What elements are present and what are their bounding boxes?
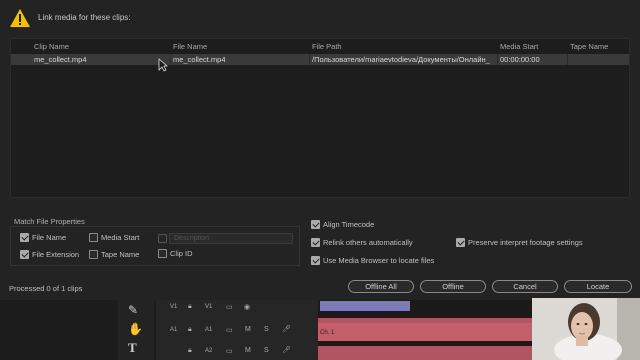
dialog-prompt: Link media for these clips: [38, 13, 131, 22]
description-field: Description [169, 233, 293, 244]
sync-clip-icon[interactable]: ▭ [226, 347, 233, 355]
file-name-checkbox[interactable] [20, 233, 29, 242]
file-extension-label: File Extension [32, 250, 80, 259]
type-tool-icon[interactable]: T [128, 340, 137, 356]
clip-id-checkbox[interactable] [158, 249, 167, 258]
preserve-interpret-checkbox[interactable] [456, 238, 465, 247]
lock-icon[interactable]: 🔒︎ [188, 303, 192, 311]
track-target-label[interactable]: A2 [205, 348, 212, 354]
tape-name-label: Tape Name [101, 250, 140, 259]
clip-id-label: Clip ID [170, 249, 193, 258]
solo-button[interactable]: S [264, 326, 269, 333]
track-target-label[interactable]: V1 [205, 304, 212, 310]
relink-others-label: Relink others automatically [323, 238, 413, 247]
status-text: Processed 0 of 1 clips [9, 284, 83, 293]
webcam-overlay [532, 298, 640, 360]
description-checkbox[interactable] [158, 234, 167, 243]
track-headers: V1 🔒︎ V1 ▭ ◉ A1 🔒︎ A1 ▭ M S 🎤︎ 🔒︎ A2 ▭ M… [156, 300, 318, 360]
cancel-button[interactable]: Cancel [492, 280, 558, 293]
tape-name-checkbox[interactable] [89, 250, 98, 259]
match-file-properties-group [10, 226, 300, 266]
description-label: Description [174, 235, 210, 242]
column-header-tape-name[interactable]: Tape Name [570, 42, 608, 51]
clip-label: Ch. 1 [320, 330, 335, 336]
cell-clip-name: me_collect.mp4 [34, 55, 87, 64]
cell-file-name: me_collect.mp4 [173, 55, 226, 64]
preserve-interpret-label: Preserve interpret footage settings [468, 238, 583, 247]
sync-clip-icon[interactable]: ▭ [226, 303, 233, 311]
cell-media-start: 00:00:00:00 [500, 55, 540, 64]
hand-tool-icon[interactable]: ✋ [128, 322, 143, 336]
use-media-browser-checkbox[interactable] [311, 256, 320, 265]
lock-icon[interactable]: 🔒︎ [188, 326, 192, 334]
timeline-tracks-area[interactable]: Ch. 1 [318, 300, 532, 360]
audio-clip-a2[interactable] [318, 346, 532, 360]
track-source-label[interactable]: A1 [170, 327, 177, 333]
audio-clip-a1[interactable]: Ch. 1 [318, 323, 532, 341]
offline-button[interactable]: Offline [420, 280, 486, 293]
align-timecode-checkbox[interactable] [311, 220, 320, 229]
presenter-video-image [532, 298, 640, 360]
table-row[interactable]: me_collect.mp4 me_collect.mp4 /Пользоват… [11, 54, 629, 65]
media-start-label: Media Start [101, 233, 140, 242]
column-divider [309, 54, 310, 65]
sync-clip-icon[interactable]: ▭ [226, 326, 233, 334]
mouse-cursor-icon [158, 58, 168, 72]
match-file-properties-title: Match File Properties [14, 217, 85, 226]
locate-button[interactable]: Locate [564, 280, 632, 293]
solo-button[interactable]: S [264, 347, 269, 354]
offline-all-button[interactable]: Offline All [348, 280, 414, 293]
relink-media-dialog: Link media for these clips: Clip Name Fi… [0, 0, 640, 300]
file-extension-checkbox[interactable] [20, 250, 29, 259]
video-clip[interactable] [320, 301, 410, 311]
column-divider [567, 54, 568, 65]
microphone-icon[interactable]: 🎤︎ [282, 325, 291, 333]
column-divider [170, 54, 171, 65]
track-source-label[interactable]: V1 [170, 304, 177, 310]
warning-icon [10, 9, 30, 27]
track-target-label[interactable]: A1 [205, 327, 212, 333]
lock-icon[interactable]: 🔒︎ [188, 347, 192, 355]
mute-button[interactable]: M [245, 347, 251, 354]
media-start-checkbox[interactable] [89, 233, 98, 242]
eye-icon[interactable]: ◉ [244, 303, 250, 311]
pen-tool-icon[interactable]: ✎ [128, 303, 138, 317]
align-timecode-label: Align Timecode [323, 220, 375, 229]
table-header: Clip Name File Name File Path Media Star… [11, 39, 629, 54]
use-media-browser-label: Use Media Browser to locate files [323, 256, 435, 265]
column-header-file-name[interactable]: File Name [173, 42, 207, 51]
microphone-icon[interactable]: 🎤︎ [282, 346, 291, 354]
mute-button[interactable]: M [245, 326, 251, 333]
clips-table: Clip Name File Name File Path Media Star… [10, 38, 630, 198]
column-divider [497, 54, 498, 65]
tools-panel: ✎ ✋ T [118, 300, 154, 360]
column-header-media-start[interactable]: Media Start [500, 42, 538, 51]
relink-others-checkbox[interactable] [311, 238, 320, 247]
cell-file-path: /Пользователи/mariaevtodieva/Документы/О… [312, 55, 490, 64]
column-header-clip-name[interactable]: Clip Name [34, 42, 69, 51]
file-name-label: File Name [32, 233, 67, 242]
column-header-file-path[interactable]: File Path [312, 42, 342, 51]
